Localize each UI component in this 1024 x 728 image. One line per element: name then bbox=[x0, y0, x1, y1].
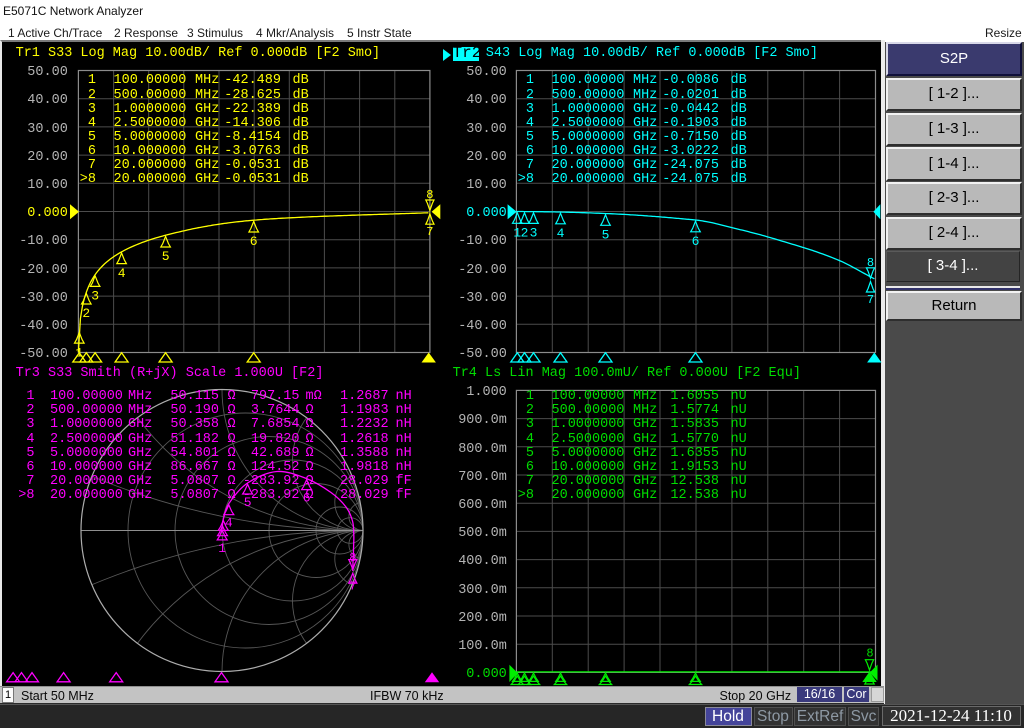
svg-text:8: 8 bbox=[866, 647, 873, 661]
svg-text:7: 7 bbox=[867, 293, 874, 307]
svg-text:5: 5 bbox=[162, 249, 170, 264]
svg-text:2: 2 bbox=[521, 226, 529, 241]
svg-text:6: 6 bbox=[250, 234, 258, 249]
svg-text:7: 7 bbox=[349, 580, 356, 594]
svg-text:3: 3 bbox=[530, 226, 538, 241]
svg-text:3: 3 bbox=[91, 289, 99, 304]
svg-text:4: 4 bbox=[225, 516, 233, 531]
svg-text:4: 4 bbox=[118, 266, 126, 281]
svg-text:2: 2 bbox=[82, 306, 90, 321]
svg-text:5: 5 bbox=[602, 228, 610, 243]
svg-text:6: 6 bbox=[692, 234, 700, 249]
svg-text:1: 1 bbox=[218, 541, 226, 556]
svg-text:4: 4 bbox=[557, 226, 565, 241]
